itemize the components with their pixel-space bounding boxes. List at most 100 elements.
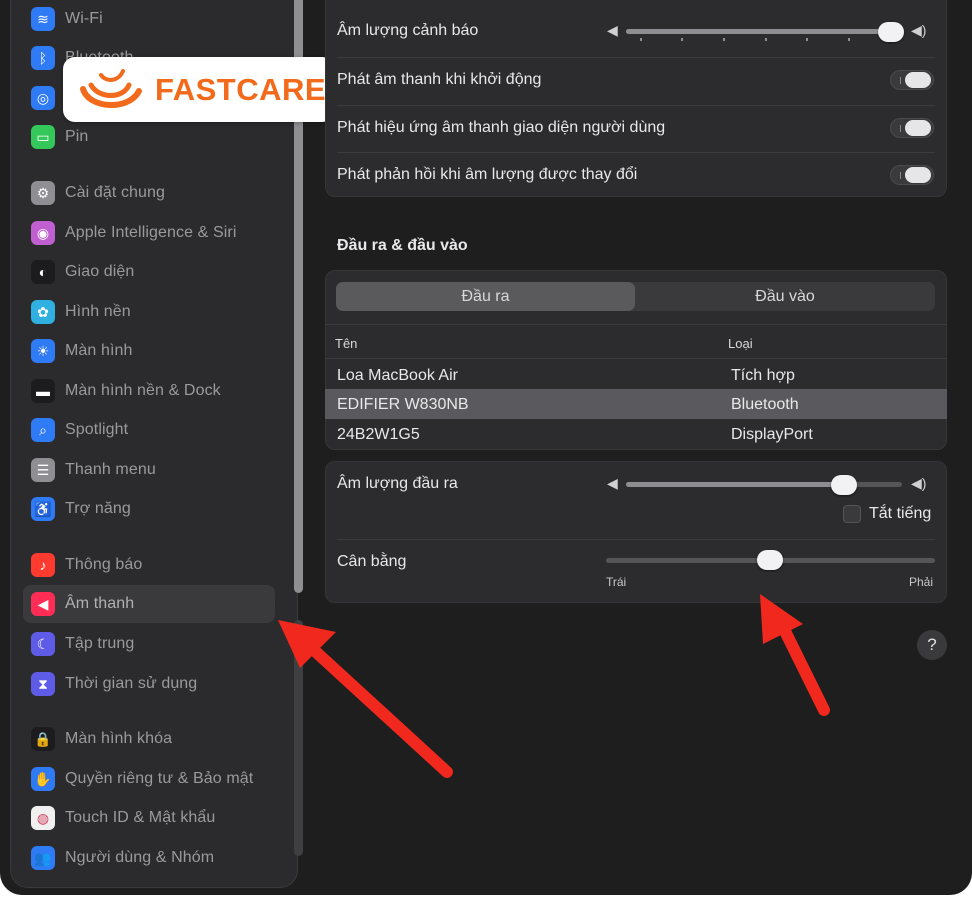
sidebar-item[interactable]: ⌕ Spotlight bbox=[23, 411, 275, 449]
alert-volume-knob[interactable] bbox=[878, 22, 904, 42]
sidebar-item-label: Cài đặt chung bbox=[65, 184, 166, 201]
ui-effects-label: Phát hiệu ứng âm thanh giao diện người d… bbox=[337, 119, 666, 136]
balance-knob[interactable] bbox=[757, 550, 783, 570]
balance-label: Cân bằng bbox=[337, 553, 407, 570]
sidebar-item[interactable]: ≋ Wi-Fi bbox=[23, 0, 275, 38]
sidebar-item[interactable]: ♪ Thông báo bbox=[23, 546, 275, 584]
divider bbox=[337, 539, 935, 540]
mute-checkbox[interactable] bbox=[843, 505, 861, 523]
sidebar-item-label: Màn hình khóa bbox=[65, 730, 173, 747]
speaker-low-icon: ◀ bbox=[607, 22, 618, 38]
divider bbox=[337, 152, 935, 153]
sidebar-item[interactable]: ☾ Tập trung bbox=[23, 625, 275, 663]
sidebar-item[interactable]: ♿ Trợ năng bbox=[23, 490, 275, 528]
output-volume-label: Âm lượng đầu ra bbox=[337, 475, 458, 492]
hourglass-icon: ⧗ bbox=[31, 672, 55, 696]
fingerprint-icon: ◍ bbox=[31, 806, 55, 830]
sidebar-item[interactable]: ✿ Hình nền bbox=[23, 293, 275, 331]
tab-input[interactable]: Đầu vào bbox=[635, 282, 935, 311]
column-header-type[interactable]: Loại bbox=[728, 336, 753, 351]
help-button[interactable]: ? bbox=[917, 630, 947, 660]
sidebar-item[interactable]: ◀ Âm thanh bbox=[23, 585, 275, 623]
table-cell-name[interactable]: EDIFIER W830NB bbox=[337, 396, 469, 414]
sidebar-item-label: Thanh menu bbox=[65, 461, 156, 478]
slider-tick bbox=[640, 38, 642, 41]
sidebar-item-label: Giao diện bbox=[65, 263, 135, 280]
sidebar-item[interactable]: ◉ Apple Intelligence & Siri bbox=[23, 214, 275, 252]
sidebar-item-label: Quyền riêng tư & Bảo mật bbox=[65, 770, 254, 787]
menubar-icon: ☰ bbox=[31, 458, 55, 482]
sidebar-item[interactable]: ◐ Giao diện bbox=[23, 253, 275, 291]
startup-sound-label: Phát âm thanh khi khởi động bbox=[337, 71, 542, 88]
search-icon: ⌕ bbox=[31, 418, 55, 442]
balance-left-label: Trái bbox=[606, 575, 627, 589]
mute-label: Tắt tiếng bbox=[869, 505, 932, 522]
lock-icon: 🔒 bbox=[31, 727, 55, 751]
divider bbox=[325, 358, 947, 359]
output-volume-knob[interactable] bbox=[831, 475, 857, 495]
sidebar-item-label: Hình nền bbox=[65, 303, 131, 320]
sidebar-item-label: Trợ năng bbox=[65, 500, 131, 517]
startup-sound-toggle[interactable] bbox=[890, 70, 934, 90]
volume-feedback-label: Phát phản hồi khi âm lượng được thay đổi bbox=[337, 166, 638, 183]
table-cell-type[interactable]: Bluetooth bbox=[731, 396, 799, 414]
divider bbox=[337, 105, 935, 106]
speaker-icon: ◀ bbox=[31, 592, 55, 616]
fastcare-logo: FASTCARE bbox=[63, 57, 334, 122]
sidebar-item[interactable]: ☰ Thanh menu bbox=[23, 451, 275, 489]
sidebar-item-label: Touch ID & Mật khẩu bbox=[65, 809, 216, 826]
table-cell-name[interactable]: Loa MacBook Air bbox=[337, 367, 458, 385]
sidebar-item[interactable]: ⚙ Cài đặt chung bbox=[23, 174, 275, 212]
sidebar-item[interactable]: ◍ Touch ID & Mật khẩu bbox=[23, 799, 275, 837]
slider-tick bbox=[681, 38, 683, 41]
logo-text: FASTCARE bbox=[155, 71, 327, 107]
sidebar-item[interactable]: ☀ Màn hình bbox=[23, 332, 275, 370]
sidebar-item-label: Tập trung bbox=[65, 635, 135, 652]
sidebar-item-label: Thời gian sử dụng bbox=[65, 675, 198, 692]
io-segmented-control: Đầu ra Đầu vào bbox=[336, 282, 935, 311]
gear-icon: ⚙ bbox=[31, 181, 55, 205]
sidebar-item-label: Màn hình nền & Dock bbox=[65, 382, 221, 399]
sidebar-item-label: Spotlight bbox=[65, 421, 129, 438]
sidebar-item-label: Apple Intelligence & Siri bbox=[65, 224, 237, 241]
sidebar-item-label: Pin bbox=[65, 128, 89, 145]
slider-tick bbox=[765, 38, 767, 41]
wallpaper-icon: ✿ bbox=[31, 300, 55, 324]
sidebar-item[interactable]: ▬ Màn hình nền & Dock bbox=[23, 372, 275, 410]
sidebar-item-label: Màn hình bbox=[65, 342, 133, 359]
sidebar-item[interactable]: ▭ Pin bbox=[23, 118, 275, 156]
table-cell-type[interactable]: DisplayPort bbox=[731, 426, 813, 444]
tab-output[interactable]: Đầu ra bbox=[336, 282, 635, 311]
speaker-high-icon: ◀) bbox=[911, 475, 927, 491]
users-icon: 👥 bbox=[31, 846, 55, 870]
sidebar-item[interactable]: ⧗ Thời gian sử dụng bbox=[23, 665, 275, 703]
dock-icon: ▬ bbox=[31, 379, 55, 403]
settings-window: ≋Wi-FiᛒBluetooth◎Mạng▭Pin⚙Cài đặt chung◉… bbox=[0, 0, 972, 895]
divider bbox=[337, 57, 935, 58]
bell-icon: ♪ bbox=[31, 553, 55, 577]
sidebar-item-label: Người dùng & Nhóm bbox=[65, 849, 215, 866]
sidebar-item[interactable]: ✋ Quyền riêng tư & Bảo mật bbox=[23, 760, 275, 798]
slider-tick bbox=[848, 38, 850, 41]
alert-volume-fill bbox=[626, 29, 891, 34]
speaker-high-icon: ◀) bbox=[911, 22, 927, 38]
accessibility-icon: ♿ bbox=[31, 497, 55, 521]
battery-icon: ▭ bbox=[31, 125, 55, 149]
speaker-low-icon: ◀ bbox=[607, 475, 618, 491]
table-cell-type[interactable]: Tích hợp bbox=[731, 367, 795, 385]
slider-tick bbox=[806, 38, 808, 41]
column-header-name[interactable]: Tên bbox=[335, 336, 357, 351]
io-section-title: Đầu ra & đầu vào bbox=[337, 237, 468, 254]
ui-effects-toggle[interactable] bbox=[890, 118, 934, 138]
sidebar-item[interactable]: 🔒 Màn hình khóa bbox=[23, 720, 275, 758]
sidebar-item-label: Wi-Fi bbox=[65, 10, 103, 27]
sidebar-item-label: Âm thanh bbox=[65, 595, 135, 612]
table-cell-name[interactable]: 24B2W1G5 bbox=[337, 426, 420, 444]
wifi-icon: ≋ bbox=[31, 7, 55, 31]
alert-volume-label: Âm lượng cảnh báo bbox=[337, 22, 479, 39]
sidebar-item-label: Thông báo bbox=[65, 556, 143, 573]
moon-icon: ☾ bbox=[31, 632, 55, 656]
sidebar-item[interactable]: 👥 Người dùng & Nhóm bbox=[23, 839, 275, 877]
sidebar-scrollbar-track bbox=[294, 620, 303, 856]
volume-feedback-toggle[interactable] bbox=[890, 165, 934, 185]
